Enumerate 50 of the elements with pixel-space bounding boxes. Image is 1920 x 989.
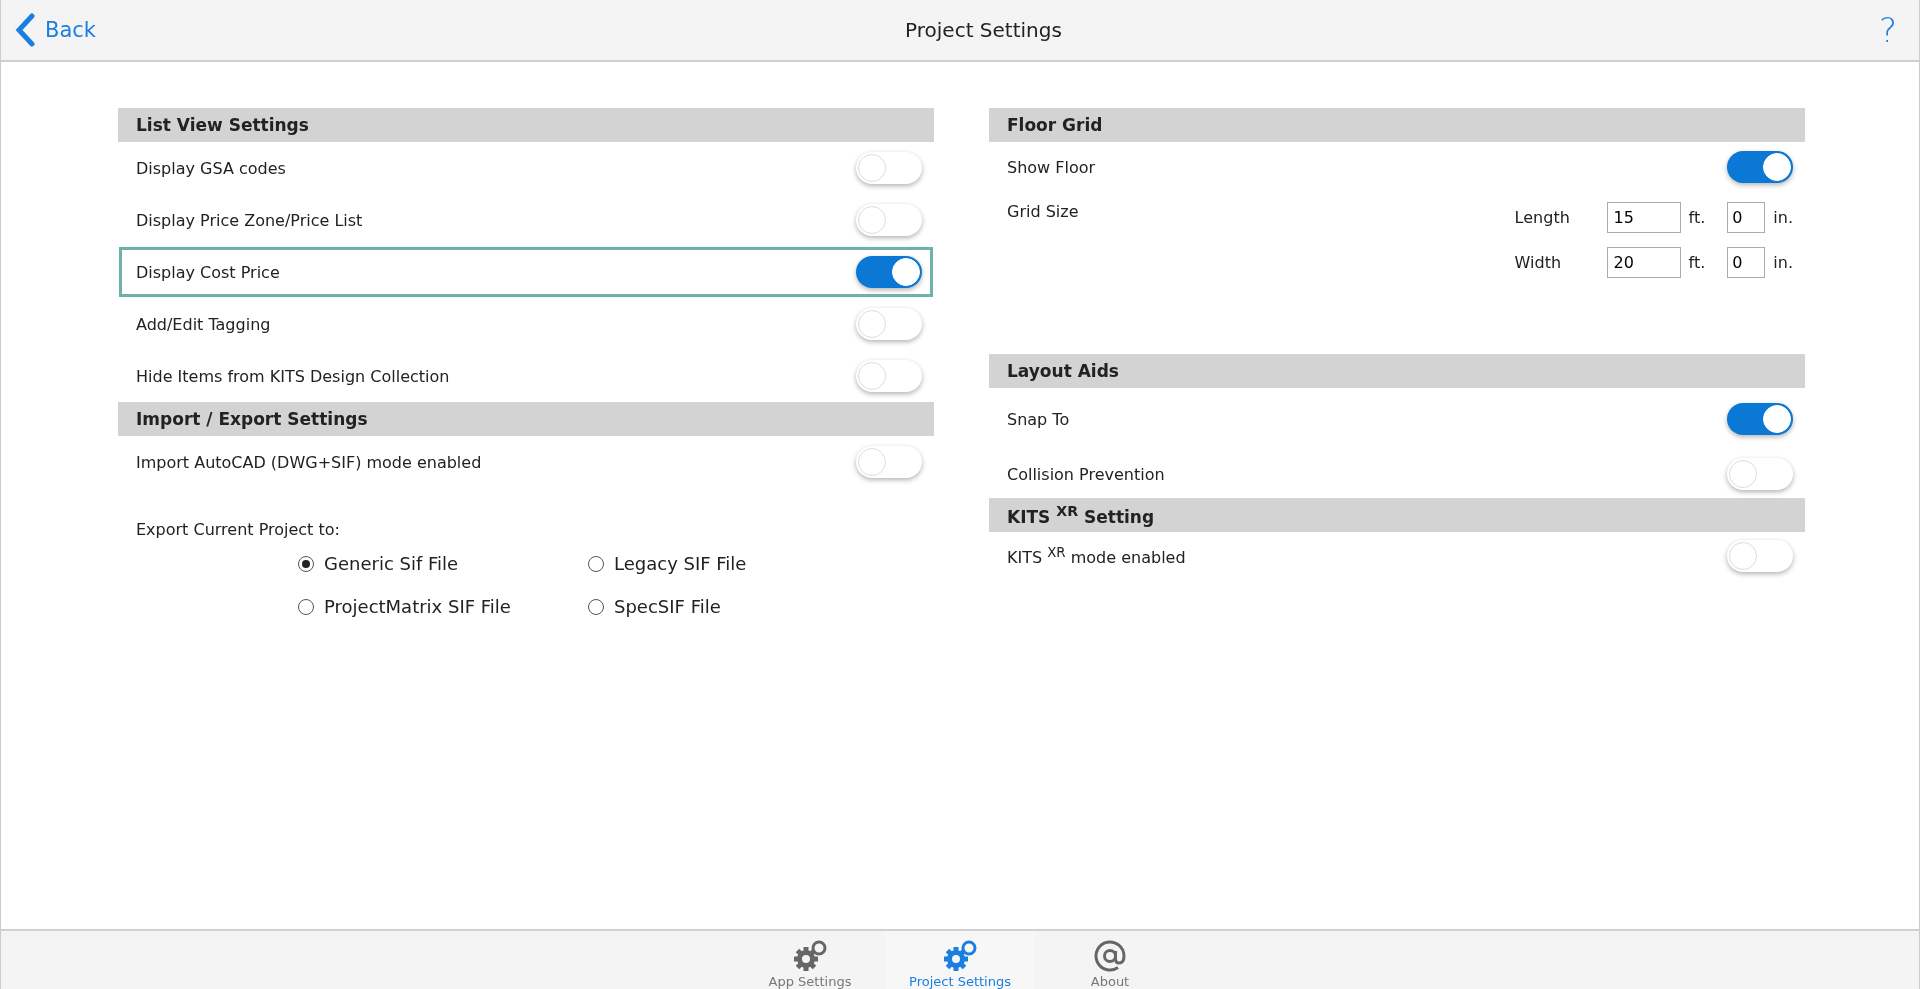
toggle-switch[interactable] bbox=[1727, 458, 1793, 490]
setting-label: Collision Prevention bbox=[1007, 464, 1165, 484]
setting-label: Snap To bbox=[1007, 409, 1070, 429]
toggle-switch[interactable] bbox=[1727, 151, 1793, 183]
setting-label: KITS $^{XR}$ mode enabled bbox=[1007, 544, 1186, 568]
help-button[interactable]: ? bbox=[1870, 10, 1905, 50]
setting-label: Display Cost Price bbox=[136, 262, 280, 282]
section-header: List View Settings bbox=[118, 108, 934, 142]
toggle-switch[interactable] bbox=[856, 204, 922, 236]
setting-label: Add/Edit Tagging bbox=[136, 314, 271, 334]
at-sign-icon bbox=[1094, 940, 1126, 972]
radio-option[interactable]: Generic Sif File bbox=[298, 553, 588, 574]
page-title: Project Settings bbox=[904, 18, 1063, 42]
toggle-switch[interactable] bbox=[856, 446, 922, 478]
bottom-tab[interactable]: App Settings bbox=[735, 931, 885, 989]
bottom-tab[interactable]: About bbox=[1035, 931, 1185, 989]
setting-label: Display Price Zone/Price List bbox=[136, 210, 363, 230]
feet-input[interactable]: 20 bbox=[1606, 247, 1681, 278]
gears-icon bbox=[942, 940, 978, 972]
inches-input[interactable]: 0 bbox=[1727, 247, 1766, 278]
export-label: Export Current Project to: bbox=[135, 519, 341, 541]
dimension-label: Width bbox=[1514, 253, 1563, 272]
radio-option[interactable]: ProjectMatrix SIF File bbox=[298, 596, 588, 617]
dimension-label: Length bbox=[1514, 208, 1571, 227]
section-header: Import / Export Settings bbox=[118, 402, 934, 436]
feet-input[interactable]: 15 bbox=[1606, 202, 1681, 233]
unit-label: ft. bbox=[1688, 253, 1706, 272]
setting-label: Import AutoCAD (DWG+SIF) mode enabled bbox=[136, 452, 482, 472]
setting-label: Show Floor bbox=[1007, 157, 1096, 177]
toggle-switch[interactable] bbox=[856, 152, 922, 184]
section-header: Floor Grid bbox=[989, 108, 1805, 142]
setting-label: Grid Size bbox=[1007, 202, 1079, 223]
section-header: KITS $^{XR}$ Setting bbox=[989, 498, 1805, 532]
chevron-left-icon bbox=[15, 13, 35, 47]
unit-label: ft. bbox=[1688, 208, 1706, 227]
toggle-switch[interactable] bbox=[856, 308, 922, 340]
setting-label: Display GSA codes bbox=[136, 158, 286, 178]
radio-option[interactable]: Legacy SIF File bbox=[588, 553, 788, 574]
setting-label: Hide Items from KITS Design Collection bbox=[136, 366, 450, 386]
toggle-switch[interactable] bbox=[856, 360, 922, 392]
unit-label: in. bbox=[1773, 208, 1793, 227]
toggle-switch[interactable] bbox=[1727, 540, 1793, 572]
unit-label: in. bbox=[1773, 253, 1793, 272]
inches-input[interactable]: 0 bbox=[1727, 202, 1766, 233]
section-header: Layout Aids bbox=[989, 354, 1805, 388]
radio-option[interactable]: SpecSIF File bbox=[588, 596, 788, 617]
toggle-switch[interactable] bbox=[1727, 403, 1793, 435]
toggle-switch[interactable] bbox=[856, 256, 922, 288]
back-button[interactable]: Back bbox=[15, 13, 96, 47]
gears-icon bbox=[792, 940, 828, 972]
